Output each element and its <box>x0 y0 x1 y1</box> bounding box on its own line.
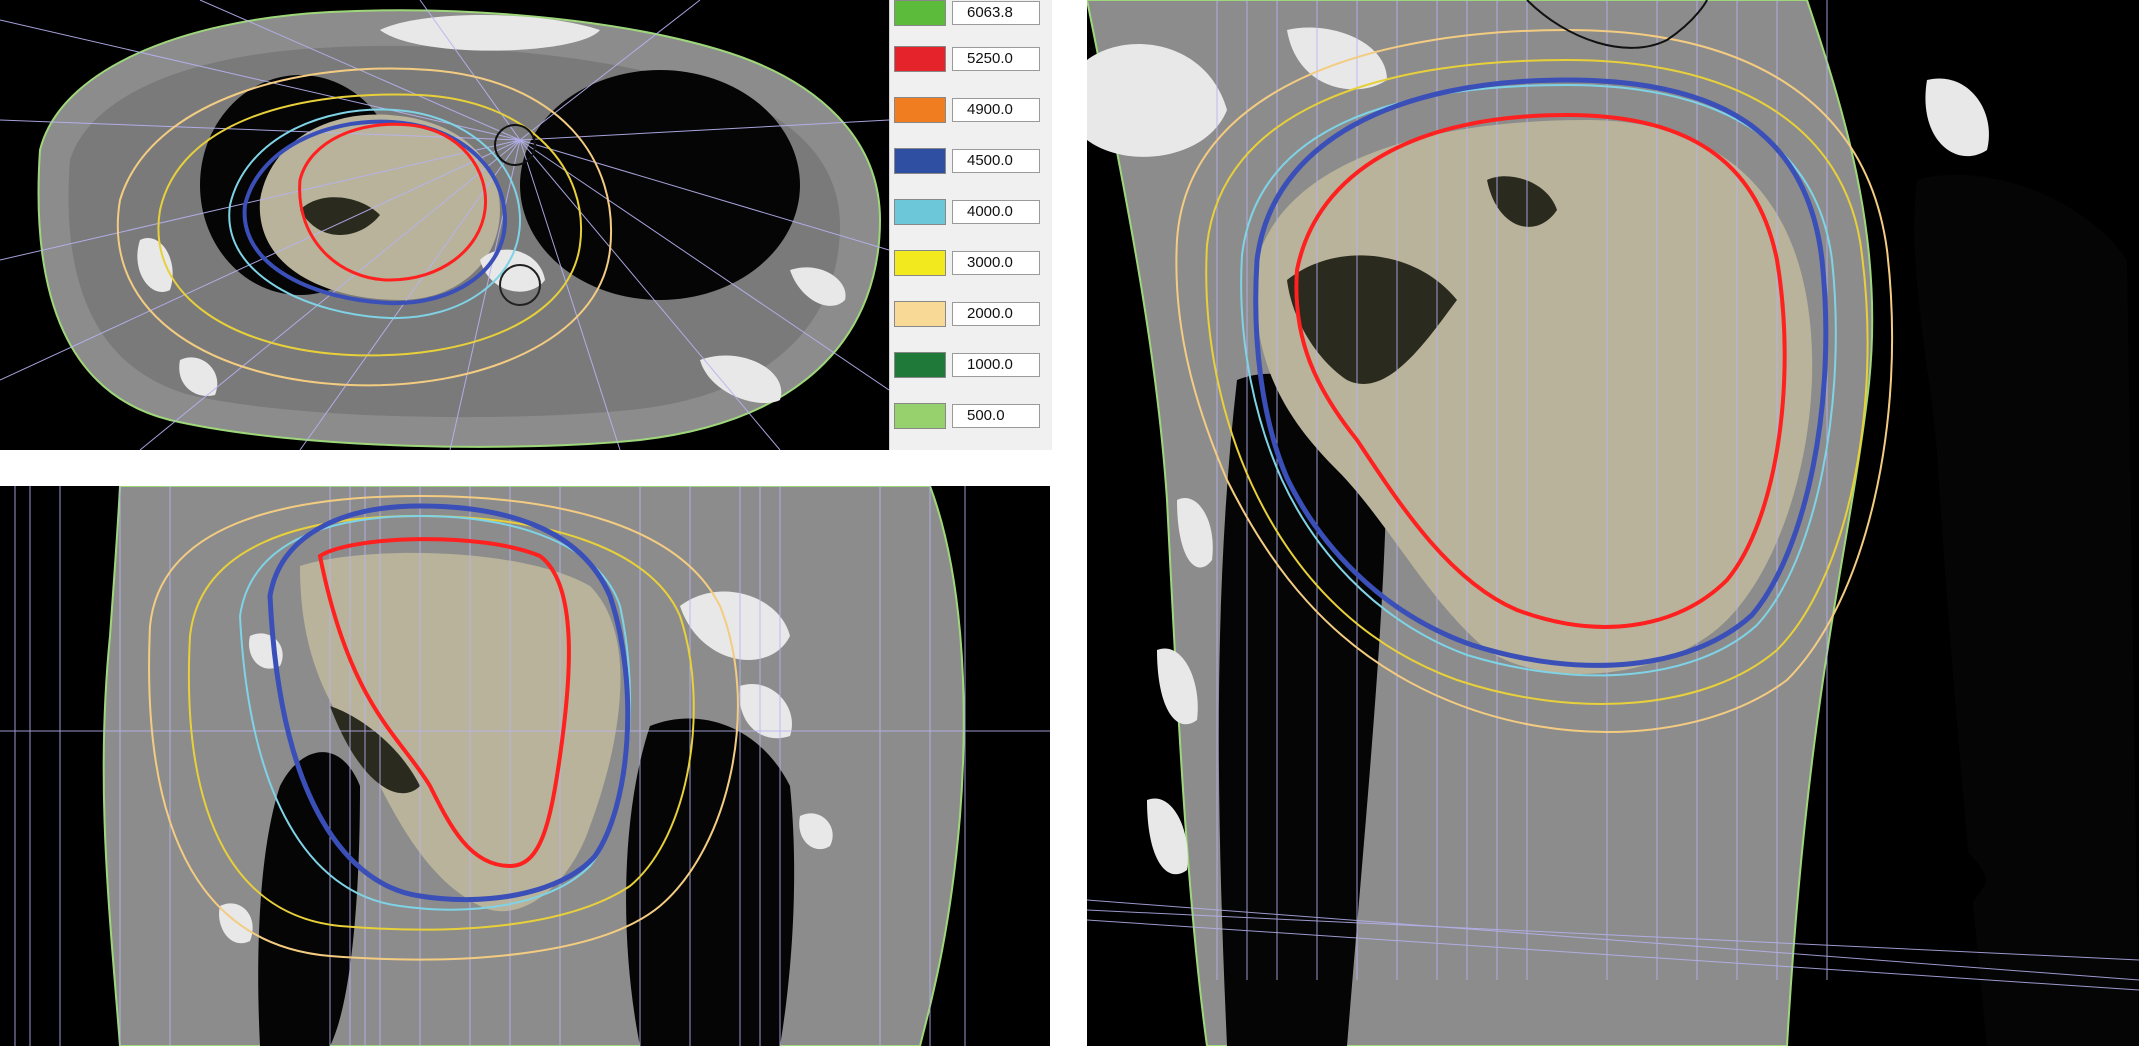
legend-swatch <box>894 301 946 327</box>
legend-value[interactable]: 1000.0 <box>952 353 1040 377</box>
legend-swatch <box>894 46 946 72</box>
legend-row: 3000.0 <box>894 250 1044 276</box>
legend-value[interactable]: 4000.0 <box>952 200 1040 224</box>
right-lung <box>520 70 800 300</box>
legend-swatch <box>894 403 946 429</box>
legend-swatch <box>894 148 946 174</box>
legend-value[interactable]: 4900.0 <box>952 98 1040 122</box>
sagittal-view[interactable] <box>1087 0 2139 1046</box>
legend-value[interactable]: 500.0 <box>952 404 1040 428</box>
legend-row: 4500.0 <box>894 148 1044 174</box>
legend-row: 4900.0 <box>894 97 1044 123</box>
legend-value[interactable]: 2000.0 <box>952 302 1040 326</box>
coronal-image <box>0 486 1050 1046</box>
coronal-view[interactable] <box>0 486 1050 1046</box>
sagittal-image <box>1087 0 2139 1046</box>
legend-swatch <box>894 352 946 378</box>
legend-value[interactable]: 3000.0 <box>952 251 1040 275</box>
legend-swatch <box>894 0 946 26</box>
legend-value[interactable]: 4500.0 <box>952 149 1040 173</box>
legend-swatch <box>894 199 946 225</box>
legend-row: 2000.0 <box>894 301 1044 327</box>
axial-view[interactable] <box>0 0 889 450</box>
legend-row: 500.0 <box>894 403 1044 429</box>
legend-row: 5250.0 <box>894 46 1044 72</box>
legend-value[interactable]: 6063.8 <box>952 1 1040 25</box>
legend-value[interactable]: 5250.0 <box>952 47 1040 71</box>
axial-image <box>0 0 889 450</box>
legend-swatch <box>894 97 946 123</box>
legend-row: 6063.8 <box>894 0 1044 26</box>
legend-swatch <box>894 250 946 276</box>
isodose-legend: 6063.8 5250.0 4900.0 4500.0 4000.0 3000.… <box>889 0 1052 450</box>
legend-row: 1000.0 <box>894 352 1044 378</box>
legend-row: 4000.0 <box>894 199 1044 225</box>
